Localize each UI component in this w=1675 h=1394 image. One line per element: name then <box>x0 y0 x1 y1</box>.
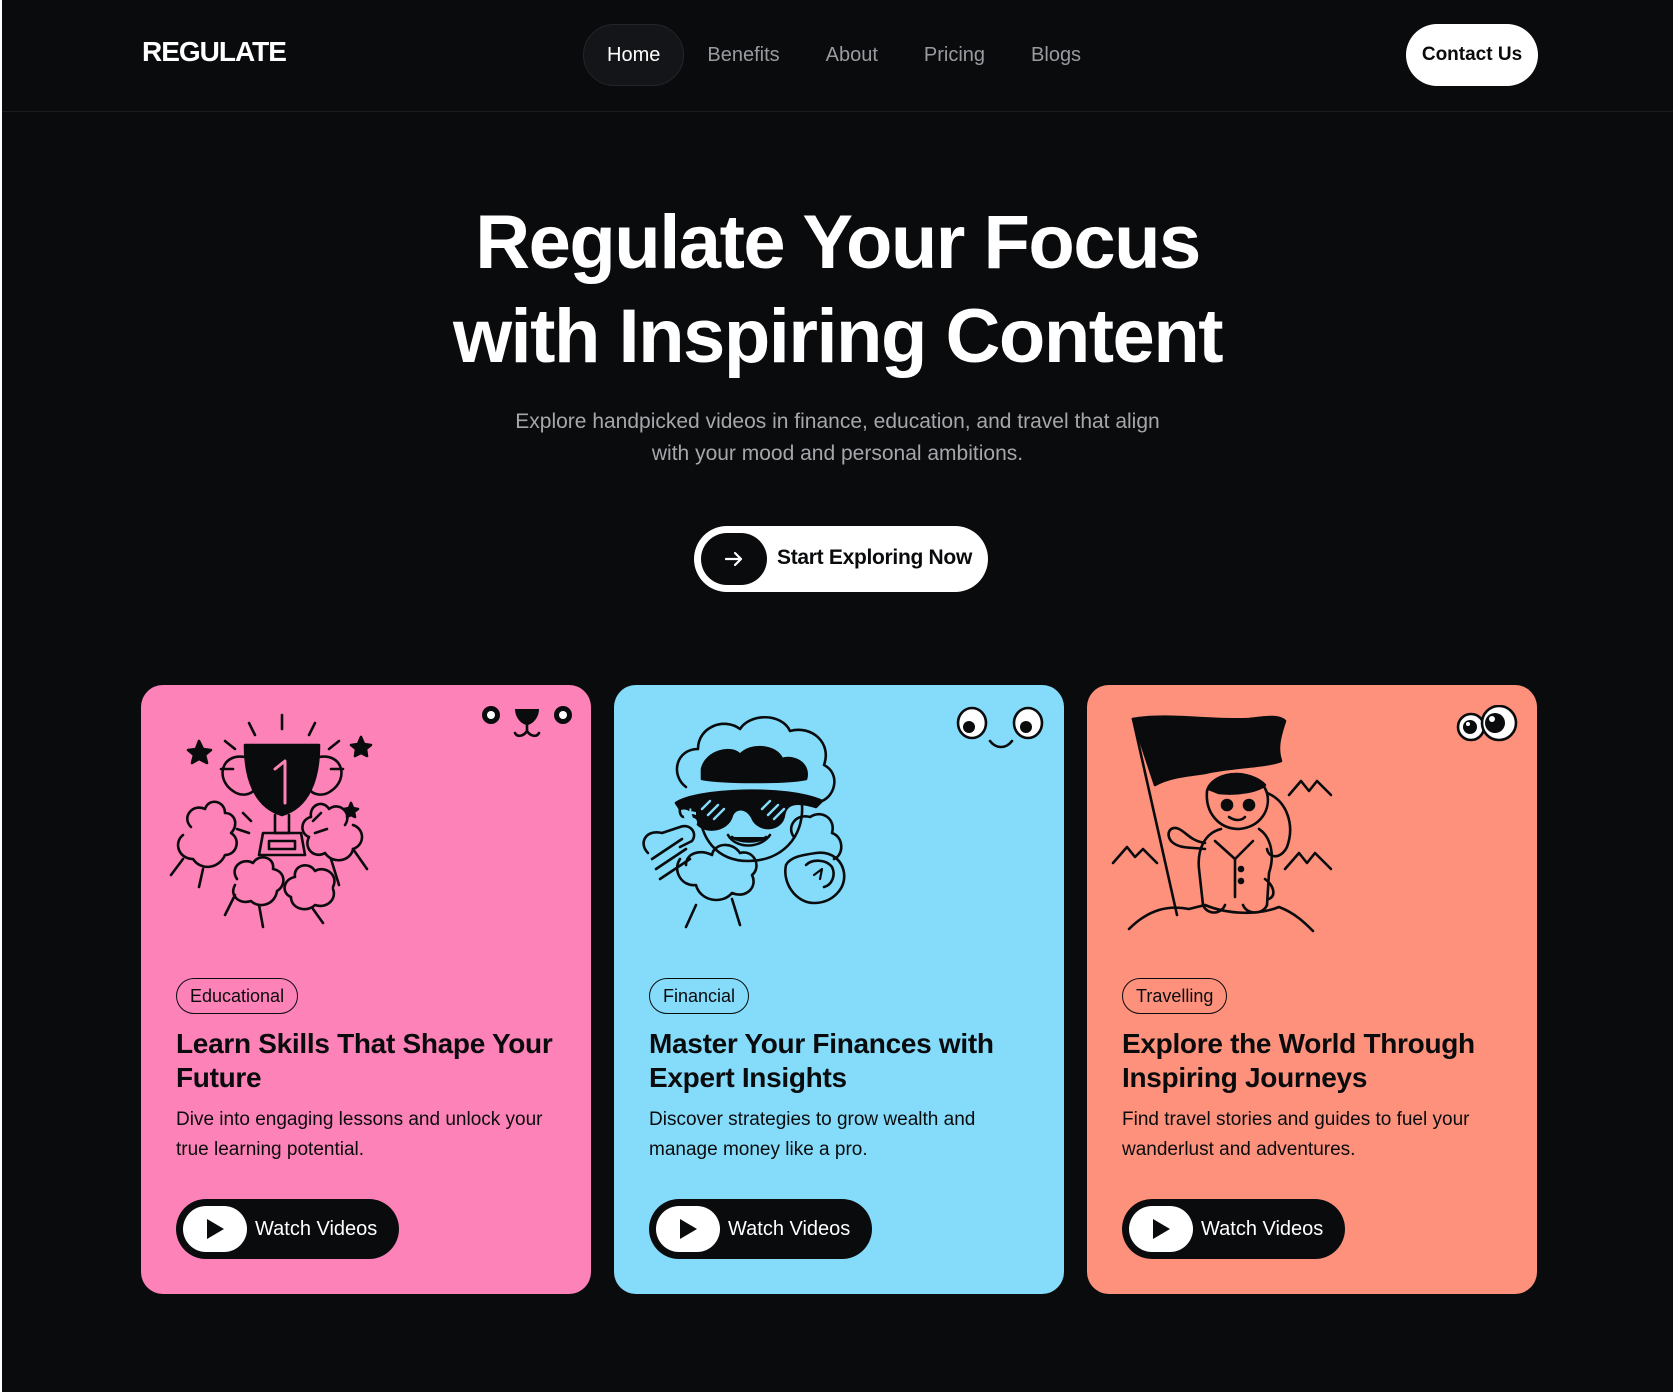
start-exploring-button[interactable]: Start Exploring Now <box>694 526 988 592</box>
top-nav: REGULATE Home Benefits About Pricing Blo… <box>2 0 1673 112</box>
card-description: Find travel stories and guides to fuel y… <box>1122 1109 1470 1160</box>
card-description: Discover strategies to grow wealth and m… <box>649 1109 976 1160</box>
hero-subtitle-line-1: Explore handpicked videos in finance, ed… <box>515 410 1160 433</box>
nav-item-home[interactable]: Home <box>583 24 685 86</box>
logo[interactable]: REGULATE <box>142 36 287 68</box>
hero-title-line-2: with Inspiring Content <box>452 294 1224 379</box>
card-description: Dive into engaging lessons and unlock yo… <box>176 1109 543 1160</box>
play-icon <box>183 1206 247 1252</box>
contact-us-button[interactable]: Contact Us <box>1406 24 1538 86</box>
flag-explorer-illustration <box>1111 715 1333 933</box>
trophy-illustration <box>169 713 373 929</box>
nav-item-pricing[interactable]: Pricing <box>901 24 1008 86</box>
hero-subtitle: Explore handpicked videos in finance, ed… <box>502 406 1173 470</box>
start-exploring-label: Start Exploring Now <box>777 546 972 569</box>
rich-guy-illustration: $ <box>642 716 846 929</box>
nav-item-about[interactable]: About <box>803 24 901 86</box>
card-travelling: Travelling Explore the World Through Ins… <box>1087 685 1537 1294</box>
card-title: Master Your Finances with Expert Insight… <box>649 1028 994 1093</box>
googly-eyes-icon <box>1456 705 1518 742</box>
category-tag: Travelling <box>1122 978 1228 1014</box>
nav-item-blogs[interactable]: Blogs <box>1008 24 1104 86</box>
watch-videos-button[interactable]: Watch Videos <box>176 1199 399 1259</box>
nav-item-benefits[interactable]: Benefits <box>684 24 802 86</box>
category-tag: Financial <box>649 978 750 1014</box>
hero-subtitle-line-2: with your mood and personal ambitions. <box>651 442 1024 465</box>
card-educational: Educational Learn Skills That Shape Your… <box>141 685 591 1294</box>
play-icon <box>656 1206 720 1252</box>
smile-face-icon <box>956 706 1044 749</box>
play-icon <box>1129 1206 1193 1252</box>
watch-videos-label: Watch Videos <box>1201 1218 1324 1240</box>
page: REGULATE Home Benefits About Pricing Blo… <box>2 0 1673 1392</box>
card-financial: $ Financial Master Your Finances with Ex… <box>614 685 1064 1294</box>
watch-videos-button[interactable]: Watch Videos <box>1122 1199 1345 1259</box>
watch-videos-button[interactable]: Watch Videos <box>649 1199 872 1259</box>
card-title: Explore the World Through Inspiring Jour… <box>1122 1028 1475 1093</box>
hero-title: Regulate Your Focus with Inspiring Conte… <box>2 196 1673 384</box>
arrow-right-icon <box>701 533 767 585</box>
hero-title-line-1: Regulate Your Focus <box>475 200 1201 285</box>
main-menu: Home Benefits About Pricing Blogs <box>583 24 1104 86</box>
watch-videos-label: Watch Videos <box>255 1218 378 1240</box>
category-tag: Educational <box>176 978 299 1014</box>
bear-face-icon <box>482 706 572 738</box>
card-title: Learn Skills That Shape Your Future <box>176 1028 553 1093</box>
watch-videos-label: Watch Videos <box>728 1218 851 1240</box>
